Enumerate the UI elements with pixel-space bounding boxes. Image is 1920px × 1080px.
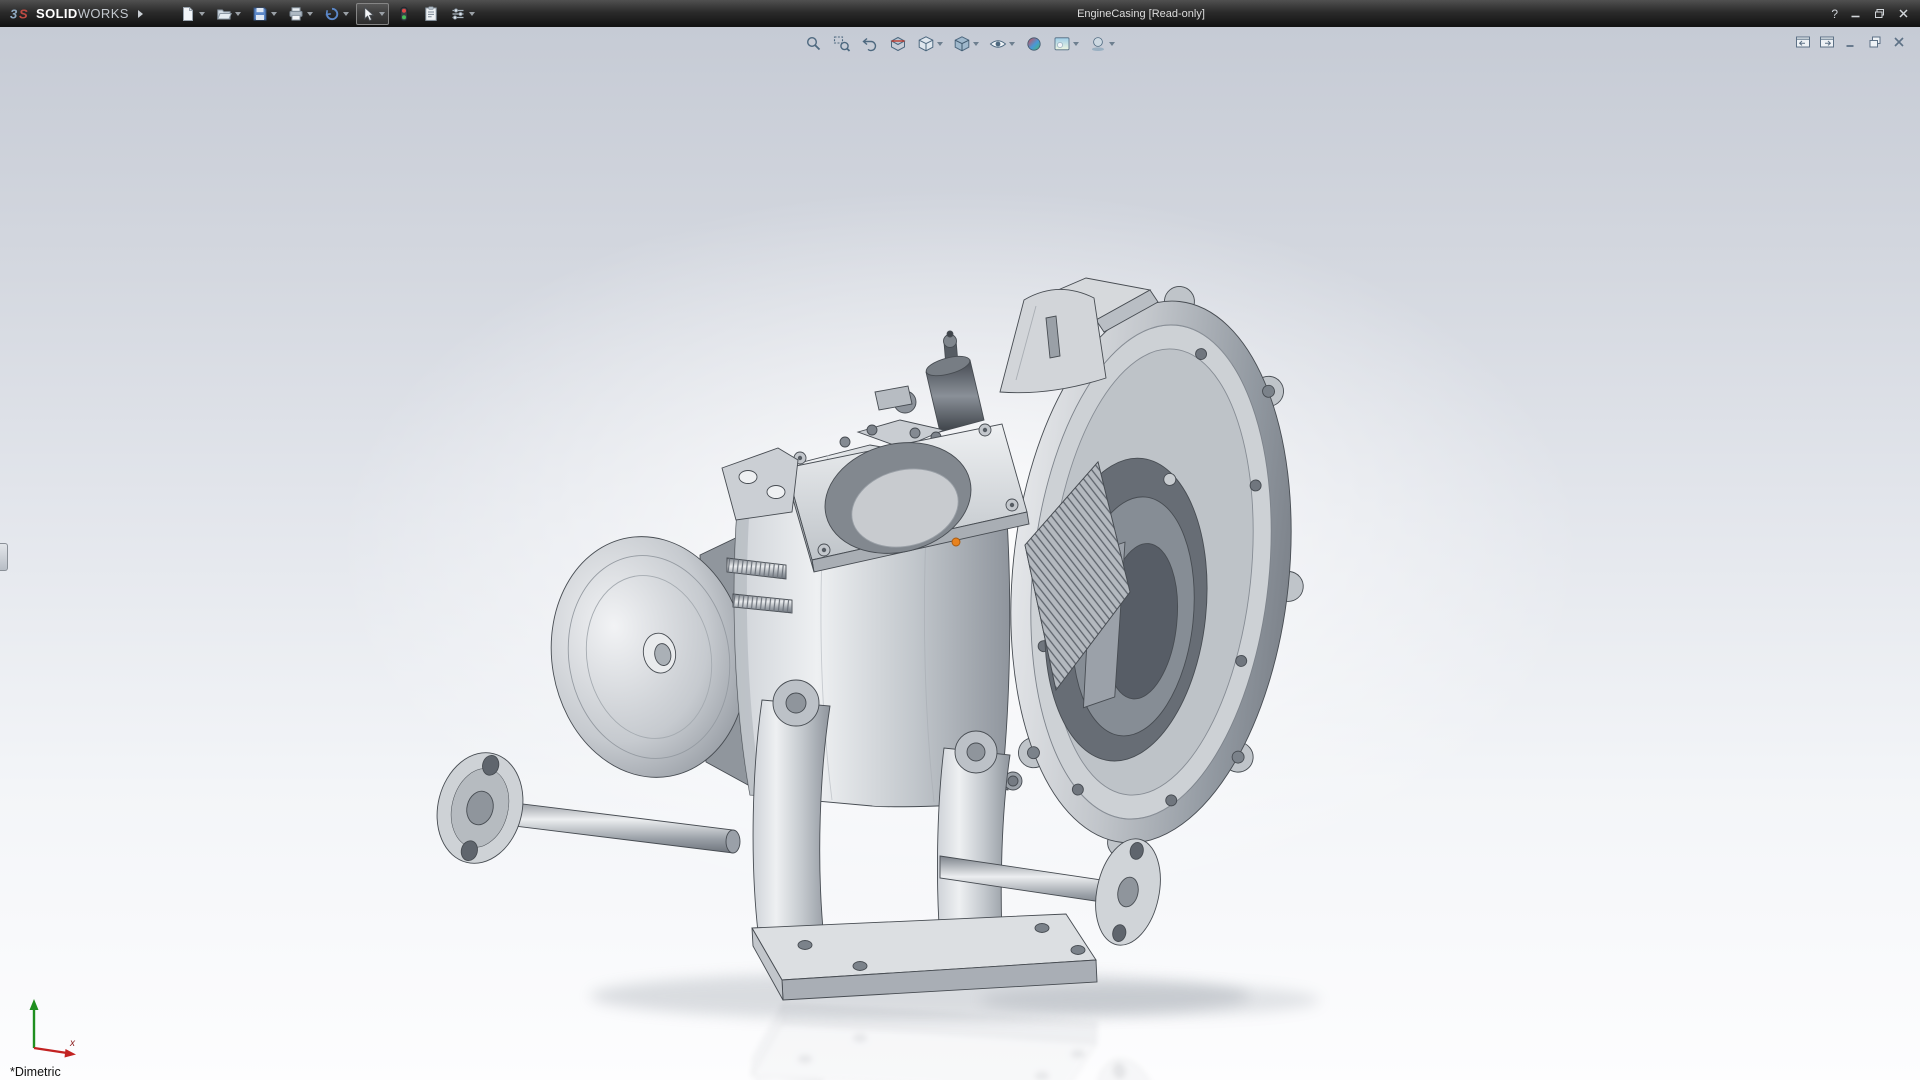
titlebar: 3 S SOLIDWORKS EngineCasing [Read-only] …	[0, 0, 1920, 27]
dropdown-arrow-icon[interactable]	[306, 11, 313, 16]
view-orientation-button[interactable]	[916, 34, 944, 54]
open-icon	[216, 9, 232, 19]
undo-icon	[325, 7, 339, 20]
dropdown-arrow-icon[interactable]	[1009, 42, 1015, 46]
titlebar-controls: ?	[1831, 0, 1910, 27]
window-next-icon[interactable]	[1819, 34, 1835, 50]
previous-view-button[interactable]	[860, 34, 880, 54]
new-document-button[interactable]	[176, 3, 209, 25]
file-properties-button[interactable]	[419, 3, 443, 25]
apply-scene-button[interactable]	[1052, 34, 1080, 54]
zoom-to-fit-button[interactable]	[804, 34, 824, 54]
select-button[interactable]	[355, 2, 389, 25]
display-style-button[interactable]	[952, 34, 980, 54]
svg-text:3: 3	[10, 7, 18, 22]
view-orientation-label: *Dimetric	[10, 1065, 61, 1079]
dropdown-arrow-icon[interactable]	[468, 11, 475, 16]
open-button[interactable]	[212, 3, 245, 25]
apply-scene-icon	[1054, 37, 1070, 51]
menu-flyout-arrow-icon[interactable]	[137, 9, 143, 18]
rebuild-traffic-light-icon	[400, 6, 408, 21]
svg-text:S: S	[19, 7, 28, 22]
window-title: EngineCasing [Read-only]	[1077, 7, 1205, 20]
section-view-button[interactable]	[888, 34, 908, 54]
rebuild-button[interactable]	[392, 3, 416, 25]
save-icon	[253, 7, 267, 20]
x-axis-arrow-icon	[64, 1049, 76, 1058]
triad-x-label: x	[69, 1038, 76, 1049]
dropdown-arrow-icon[interactable]	[198, 11, 205, 16]
help-button[interactable]: ?	[1831, 7, 1838, 21]
zoom-to-area-button[interactable]	[832, 34, 852, 54]
view-settings-button[interactable]	[1088, 34, 1116, 54]
dropdown-arrow-icon[interactable]	[937, 42, 943, 46]
undo-button[interactable]	[320, 3, 353, 25]
section-view-icon	[890, 36, 906, 52]
zoom-to-fit-icon	[806, 36, 821, 51]
dropdown-arrow-icon[interactable]	[270, 11, 277, 16]
window-minimize-icon[interactable]	[1843, 34, 1859, 50]
dropdown-arrow-icon[interactable]	[378, 11, 385, 16]
window-restore-icon[interactable]	[1867, 34, 1883, 50]
document-window-controls	[1795, 34, 1907, 50]
dropdown-arrow-icon[interactable]	[973, 42, 979, 46]
edit-appearance-icon	[1027, 37, 1041, 51]
hide-show-items-button[interactable]	[988, 34, 1016, 54]
dropdown-arrow-icon[interactable]	[234, 11, 241, 16]
print-button[interactable]	[284, 3, 317, 25]
display-style-icon	[954, 36, 970, 52]
solidworks-logo: 3 S SOLIDWORKS	[0, 0, 152, 27]
close-icon[interactable]	[1897, 7, 1910, 20]
options-button[interactable]	[446, 3, 479, 25]
edit-appearance-button[interactable]	[1024, 34, 1044, 54]
featuremanager-collapsed-tab[interactable]	[0, 543, 8, 571]
minimize-icon[interactable]	[1849, 7, 1862, 20]
dropdown-arrow-icon[interactable]	[1073, 42, 1079, 46]
window-previous-icon[interactable]	[1795, 34, 1811, 50]
view-orientation-icon	[918, 36, 934, 52]
dassault-3ds-logo-icon: 3 S	[10, 7, 28, 22]
options-icon	[452, 7, 464, 20]
restore-icon[interactable]	[1873, 7, 1886, 20]
window-close-icon[interactable]	[1891, 34, 1907, 50]
hide-show-items-icon	[989, 40, 1007, 48]
engine-casing-assembly-3d-model[interactable]	[0, 27, 1920, 1080]
new-document-icon	[182, 6, 193, 21]
main-toolbar	[176, 2, 479, 25]
save-button[interactable]	[248, 3, 281, 25]
brand-text: SOLIDWORKS	[36, 6, 129, 21]
select-cursor-icon	[364, 5, 375, 21]
previous-view-icon	[862, 37, 877, 52]
reference-triad: x	[29, 999, 76, 1058]
graphics-area[interactable]: x *Dimetric	[0, 27, 1920, 1080]
zoom-to-area-icon	[833, 36, 851, 52]
headsup-view-toolbar	[804, 34, 1116, 54]
print-icon	[289, 6, 303, 20]
file-properties-icon	[425, 5, 437, 21]
dropdown-arrow-icon[interactable]	[1109, 42, 1115, 46]
dropdown-arrow-icon[interactable]	[342, 11, 349, 16]
y-axis-arrow-icon	[29, 999, 39, 1010]
view-settings-icon	[1092, 37, 1104, 51]
